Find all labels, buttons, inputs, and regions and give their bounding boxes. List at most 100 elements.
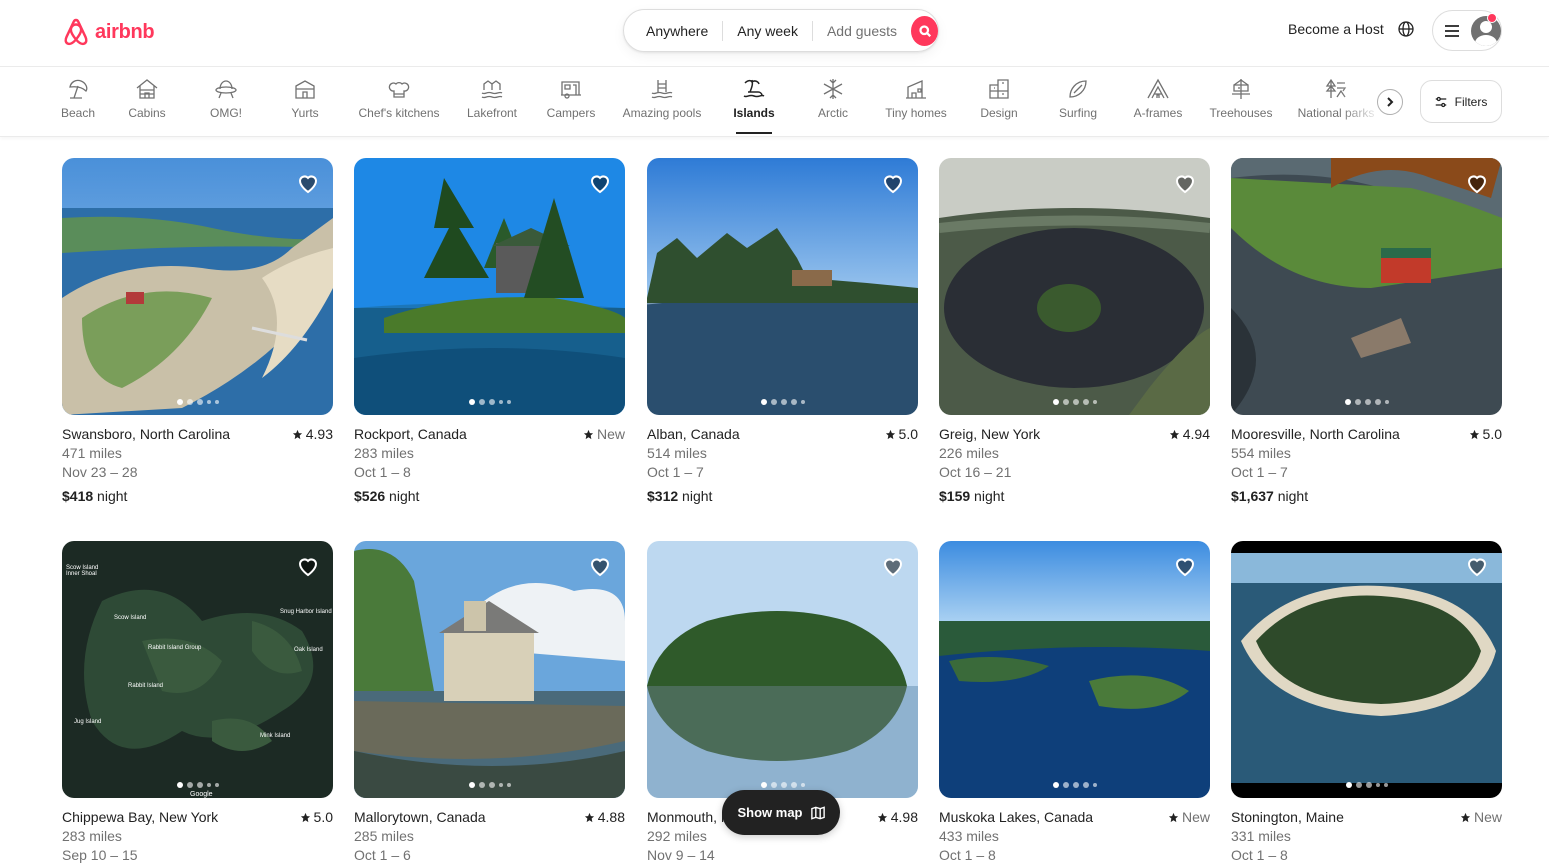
listing-rating: New (1460, 808, 1502, 827)
listing-distance: 283 miles (354, 445, 414, 461)
listing-card[interactable]: Greig, New York 4.94 226 miles Oct 16 – … (939, 158, 1210, 506)
map-label: Oak Island (294, 647, 323, 653)
listing-photo[interactable] (62, 158, 333, 415)
category-beach[interactable]: Beach (58, 77, 98, 133)
listing-photo[interactable] (939, 541, 1210, 798)
airbnb-logo[interactable]: airbnb (61, 16, 155, 48)
sliders-icon (1435, 96, 1446, 107)
heart-icon[interactable] (1173, 554, 1197, 578)
category-amazing-pools[interactable]: Amazing pools (622, 77, 702, 133)
category-surfing[interactable]: Surfing (1058, 77, 1098, 133)
listing-photo[interactable] (1231, 541, 1502, 798)
search-any-week[interactable]: Any week (723, 20, 813, 41)
pool-icon (651, 80, 673, 99)
heart-icon[interactable] (588, 554, 612, 578)
category-yurts[interactable]: Yurts (285, 77, 325, 133)
listing-card[interactable]: Swansboro, North Carolina 4.93 471 miles… (62, 158, 333, 506)
listing-card[interactable]: Rockport, Canada New 283 miles Oct 1 – 8… (354, 158, 625, 506)
listing-card[interactable]: Mooresville, North Carolina 5.0 554 mile… (1231, 158, 1502, 506)
listing-info: Rockport, Canada New 283 miles Oct 1 – 8… (354, 425, 625, 506)
listing-photo[interactable] (354, 158, 625, 415)
island-icon (743, 79, 765, 98)
listing-rating-value: New (1473, 809, 1502, 825)
listing-photo[interactable] (939, 158, 1210, 415)
search-anywhere[interactable]: Anywhere (624, 20, 724, 41)
category-bar: Beach Cabins OMG! Yurts Chef's kitchens … (0, 67, 1549, 137)
heart-icon[interactable] (1465, 171, 1489, 195)
listing-dates: Oct 1 – 8 (939, 847, 996, 863)
listing-price: $418 night (62, 487, 333, 506)
show-map-button[interactable]: Show map (722, 790, 840, 835)
listing-photo[interactable] (354, 541, 625, 798)
listing-rating-value: New (1181, 809, 1210, 825)
category-arctic[interactable]: Arctic (813, 77, 853, 133)
listing-photo[interactable] (647, 541, 918, 798)
category-treehouses[interactable]: Treehouses (1208, 77, 1274, 133)
listing-location: Greig, New York (939, 426, 1041, 442)
listing-location: Alban, Canada (647, 426, 740, 442)
star-icon (1460, 812, 1471, 823)
listing-photo[interactable]: Scow Island Inner Shoal Scow Island Snug… (62, 541, 333, 798)
category-omg[interactable]: OMG! (206, 77, 246, 133)
listing-info: Muskoka Lakes, Canada New 433 miles Oct … (939, 808, 1210, 865)
listing-dates: Sep 10 – 15 (62, 847, 138, 863)
listing-card[interactable]: Muskoka Lakes, Canada New 433 miles Oct … (939, 541, 1210, 865)
listing-price-amount: $418 (62, 488, 94, 504)
filters-button[interactable]: Filters (1420, 80, 1502, 123)
chef-hat-icon (388, 82, 410, 98)
listing-card[interactable]: Mallorytown, Canada 4.88 285 miles Oct 1… (354, 541, 625, 865)
star-icon (1169, 429, 1179, 440)
listing-distance: 554 miles (1231, 445, 1291, 461)
category-cabins[interactable]: Cabins (127, 77, 167, 133)
listing-info: Greig, New York 4.94 226 miles Oct 16 – … (939, 425, 1210, 506)
search-add-guests[interactable]: Add guests (813, 21, 907, 41)
listing-card[interactable]: Alban, Canada 5.0 514 miles Oct 1 – 7 $3… (647, 158, 918, 506)
listing-distance: 285 miles (354, 828, 414, 844)
listing-photo[interactable] (1231, 158, 1502, 415)
heart-icon[interactable] (296, 171, 320, 195)
map-label: Inner Shoal (66, 571, 97, 577)
listing-image (647, 158, 918, 415)
listing-rating-value: 5.0 (1482, 426, 1502, 442)
listing-card[interactable]: Stonington, Maine New 331 miles Oct 1 – … (1231, 541, 1502, 865)
category-next-button[interactable] (1377, 89, 1403, 115)
listing-price-unit: night (389, 488, 420, 504)
heart-icon[interactable] (296, 554, 320, 578)
listing-rating: 5.0 (1469, 425, 1502, 444)
camper-icon (561, 81, 581, 99)
category-islands[interactable]: Islands (733, 77, 775, 134)
listing-rating-value: 5.0 (898, 426, 918, 442)
category-chefs-kitchens[interactable]: Chef's kitchens (358, 77, 440, 133)
listing-info: Swansboro, North Carolina 4.93 471 miles… (62, 425, 333, 506)
heart-icon[interactable] (1173, 171, 1197, 195)
language-button[interactable] (1398, 21, 1414, 42)
become-host-link[interactable]: Become a Host (1288, 21, 1384, 37)
photo-dots (1231, 399, 1502, 405)
star-icon (292, 429, 302, 440)
heart-icon[interactable] (1465, 554, 1489, 578)
tiny-home-icon (906, 80, 926, 99)
category-label: Amazing pools (622, 106, 702, 120)
design-icon (989, 79, 1009, 99)
listing-card[interactable]: Scow Island Inner Shoal Scow Island Snug… (62, 541, 333, 865)
airbnb-logo-icon (64, 18, 88, 46)
listing-photo[interactable] (647, 158, 918, 415)
category-a-frames[interactable]: A-frames (1130, 77, 1186, 133)
search-button[interactable] (911, 15, 938, 46)
search-bar[interactable]: Anywhere Any week Add guests (623, 9, 939, 52)
heart-icon[interactable] (881, 554, 905, 578)
listing-price: $312 night (647, 487, 918, 506)
map-icon (810, 805, 825, 820)
category-campers[interactable]: Campers (545, 77, 597, 133)
listing-price-amount: $159 (939, 488, 971, 504)
listing-dates: Nov 9 – 14 (647, 847, 715, 863)
yurt-icon (295, 80, 315, 99)
category-tiny-homes[interactable]: Tiny homes (884, 77, 948, 133)
photo-dots (647, 782, 918, 788)
star-icon (583, 429, 594, 440)
category-lakefront[interactable]: Lakefront (464, 77, 520, 133)
heart-icon[interactable] (881, 171, 905, 195)
heart-icon[interactable] (588, 171, 612, 195)
listing-image (1231, 541, 1502, 798)
category-design[interactable]: Design (979, 77, 1019, 133)
